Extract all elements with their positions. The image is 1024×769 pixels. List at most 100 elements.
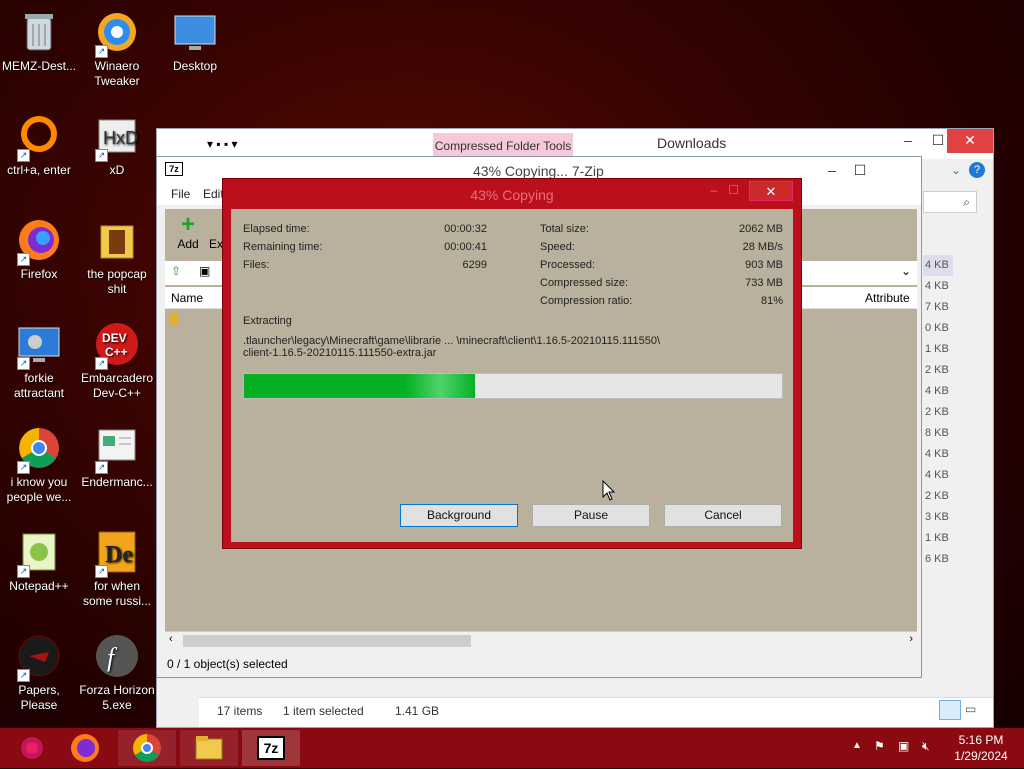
desktop-icon-firefox[interactable]: ↗ Firefox bbox=[0, 216, 78, 282]
dialog-minimize-button[interactable]: – bbox=[710, 183, 717, 197]
clock-time: 5:16 PM bbox=[958, 733, 1004, 747]
recycle-bin-icon bbox=[15, 8, 63, 56]
pause-button[interactable]: Pause bbox=[532, 504, 650, 527]
notepadpp-icon: ↗ bbox=[15, 528, 63, 578]
chrome-icon: ↗ bbox=[15, 424, 63, 474]
toolbar-add-button[interactable]: + Add bbox=[173, 211, 203, 252]
firefox-icon bbox=[71, 734, 99, 762]
quick-access-toolbar[interactable]: ▾ ▪ ▪ ▾ bbox=[207, 137, 238, 151]
7zip-title: 43% Copying... 7-Zip bbox=[473, 163, 604, 179]
chevron-down-icon[interactable]: ⌄ bbox=[951, 163, 961, 177]
desktop-icon-forkie[interactable]: ↗ forkie attractant bbox=[0, 320, 78, 401]
clock-date: 1/29/2024 bbox=[954, 749, 1008, 763]
compression-ratio: 81% bbox=[760, 295, 783, 307]
scroll-thumb[interactable] bbox=[183, 635, 471, 647]
flash-icon: f bbox=[93, 632, 141, 680]
hxd-icon: HxD ↗ bbox=[93, 112, 141, 162]
desktop-icon-chrome[interactable]: ↗ i know you people we... bbox=[0, 424, 78, 505]
size-column: 4 KB 4 KB 7 KB 0 KB 1 KB 2 KB 4 KB 2 KB … bbox=[923, 255, 953, 570]
scroll-right-icon[interactable]: › bbox=[909, 633, 913, 645]
desktop-icon-papers-please[interactable]: ↗ Papers, Please bbox=[0, 632, 78, 713]
desktop-icon-delphi[interactable]: De ↗ for when some russi... bbox=[78, 528, 156, 609]
explorer-statusbar: 17 items 1 item selected 1.41 GB ▭ bbox=[199, 697, 993, 727]
winaero-icon: ↗ bbox=[93, 8, 141, 58]
details-view-icon[interactable] bbox=[939, 700, 961, 720]
view-icon[interactable]: ▣ bbox=[199, 264, 210, 278]
taskbar-explorer[interactable] bbox=[180, 730, 238, 766]
desktop-icon-recycle-bin[interactable]: MEMZ-Dest... bbox=[0, 8, 78, 74]
background-button[interactable]: Background bbox=[400, 504, 518, 527]
show-hidden-icons[interactable]: ▲ bbox=[852, 740, 862, 751]
menu-file[interactable]: File bbox=[171, 187, 190, 201]
taskbar-7zip[interactable]: 7z bbox=[242, 730, 300, 766]
desktop-icon-forza[interactable]: f Forza Horizon 5.exe bbox=[78, 632, 156, 713]
large-icons-view-icon[interactable]: ▭ bbox=[965, 702, 976, 716]
menu-edit[interactable]: Edit bbox=[203, 187, 224, 201]
scroll-left-icon[interactable]: ‹ bbox=[169, 633, 173, 645]
clock[interactable]: 5:16 PM 1/29/2024 bbox=[946, 732, 1016, 764]
desktop-icon-winaero[interactable]: ↗ Winaero Tweaker bbox=[78, 8, 156, 89]
volume-muted-icon[interactable]: 🔇︎ bbox=[922, 739, 930, 754]
cancel-button[interactable]: Cancel bbox=[664, 504, 782, 527]
column-attributes[interactable]: Attribute bbox=[865, 291, 910, 305]
explorer-titlebar[interactable]: ▾ ▪ ▪ ▾ Compressed Folder Tools Download… bbox=[157, 129, 993, 159]
compressed-size: 733 MB bbox=[745, 277, 783, 289]
close-button[interactable]: ✕ bbox=[947, 129, 993, 153]
file-path-line2: client-1.16.5-20210115.111550-extra.jar bbox=[243, 347, 437, 359]
papers-please-icon: ↗ bbox=[15, 632, 63, 682]
network-icon[interactable]: ▣ bbox=[898, 739, 909, 753]
chrome-icon bbox=[133, 734, 161, 762]
progress-fill bbox=[244, 374, 476, 398]
progress-bar bbox=[243, 373, 783, 399]
dialog-titlebar[interactable]: 43% Copying – ☐ ✕ bbox=[223, 179, 801, 209]
address-dropdown-icon[interactable]: ⌄ bbox=[901, 264, 911, 278]
start-orb-icon bbox=[21, 737, 43, 759]
taskbar-firefox[interactable] bbox=[56, 730, 114, 766]
7zip-statusbar: 0 / 1 object(s) selected bbox=[157, 651, 921, 677]
desktop-icon-endermanch[interactable]: ↗ Endermanc... bbox=[78, 424, 156, 490]
dialog-maximize-button[interactable]: ☐ bbox=[728, 183, 739, 197]
firefox-icon: ↗ bbox=[15, 216, 63, 266]
folder-icon[interactable]: ▇ bbox=[169, 311, 178, 325]
svg-text:De: De bbox=[105, 542, 133, 568]
status-label: Extracting bbox=[243, 315, 292, 327]
ring-icon: ↗ bbox=[15, 112, 63, 162]
file-path-line1: .tlauncher\legacy\Minecraft\game\librari… bbox=[243, 335, 661, 347]
monitor-gear-icon: ↗ bbox=[15, 320, 63, 370]
minimize-button[interactable]: – bbox=[893, 129, 923, 153]
up-folder-icon[interactable]: ⇧ bbox=[171, 264, 181, 278]
desktop-folder-icon bbox=[171, 8, 219, 56]
7zip-close-button[interactable]: ✕ bbox=[881, 159, 911, 183]
total-size: 2062 MB bbox=[738, 223, 783, 235]
desktop-icon-xd[interactable]: HxD ↗ xD bbox=[78, 112, 156, 178]
7zip-app-icon: 7z bbox=[165, 162, 183, 176]
desktop-icon-popcap[interactable]: the popcap shit bbox=[78, 216, 156, 297]
flag-icon[interactable]: ⚑ bbox=[874, 739, 885, 753]
ribbon-controls[interactable]: ⌄ ? bbox=[923, 162, 993, 183]
column-name[interactable]: Name bbox=[171, 291, 203, 305]
remaining-time: 00:00:41 bbox=[444, 241, 487, 253]
dialog-close-button[interactable]: ✕ bbox=[749, 181, 793, 201]
horizontal-scrollbar[interactable]: ‹ › bbox=[165, 631, 917, 649]
svg-text:DEV: DEV bbox=[102, 331, 127, 345]
taskbar-chrome[interactable] bbox=[118, 730, 176, 766]
devcpp-icon: DEV C++ ↗ bbox=[93, 320, 141, 370]
search-box[interactable]: ⌕ bbox=[923, 191, 977, 213]
progress-dialog[interactable]: 43% Copying – ☐ ✕ Elapsed time: 00:00:32… bbox=[222, 178, 802, 549]
desktop-icon-notepadpp[interactable]: ↗ Notepad++ bbox=[0, 528, 78, 594]
delphi-icon: De ↗ bbox=[93, 528, 141, 578]
desktop-icon-devcpp[interactable]: DEV C++ ↗ Embarcadero Dev-C++ bbox=[78, 320, 156, 401]
speed: 28 MB/s bbox=[742, 241, 783, 253]
mouse-cursor-icon bbox=[602, 480, 616, 501]
svg-text:HxD: HxD bbox=[103, 128, 138, 148]
start-button[interactable] bbox=[0, 730, 52, 766]
taskbar: 7z ▲ ⚑ ▣ 🔇︎ 5:16 PM 1/29/2024 bbox=[0, 728, 1024, 768]
desktop-icon-desktop[interactable]: Desktop bbox=[156, 8, 234, 74]
elapsed-time: 00:00:32 bbox=[444, 223, 487, 235]
7zip-minimize-button[interactable]: – bbox=[817, 159, 847, 183]
7zip-icon: 7z bbox=[257, 736, 285, 760]
7zip-maximize-button[interactable]: ☐ bbox=[845, 159, 875, 183]
desktop-icon-ctrl-a[interactable]: ↗ ctrl+a, enter bbox=[0, 112, 78, 178]
help-icon[interactable]: ? bbox=[969, 162, 985, 178]
plus-icon: + bbox=[180, 211, 195, 238]
